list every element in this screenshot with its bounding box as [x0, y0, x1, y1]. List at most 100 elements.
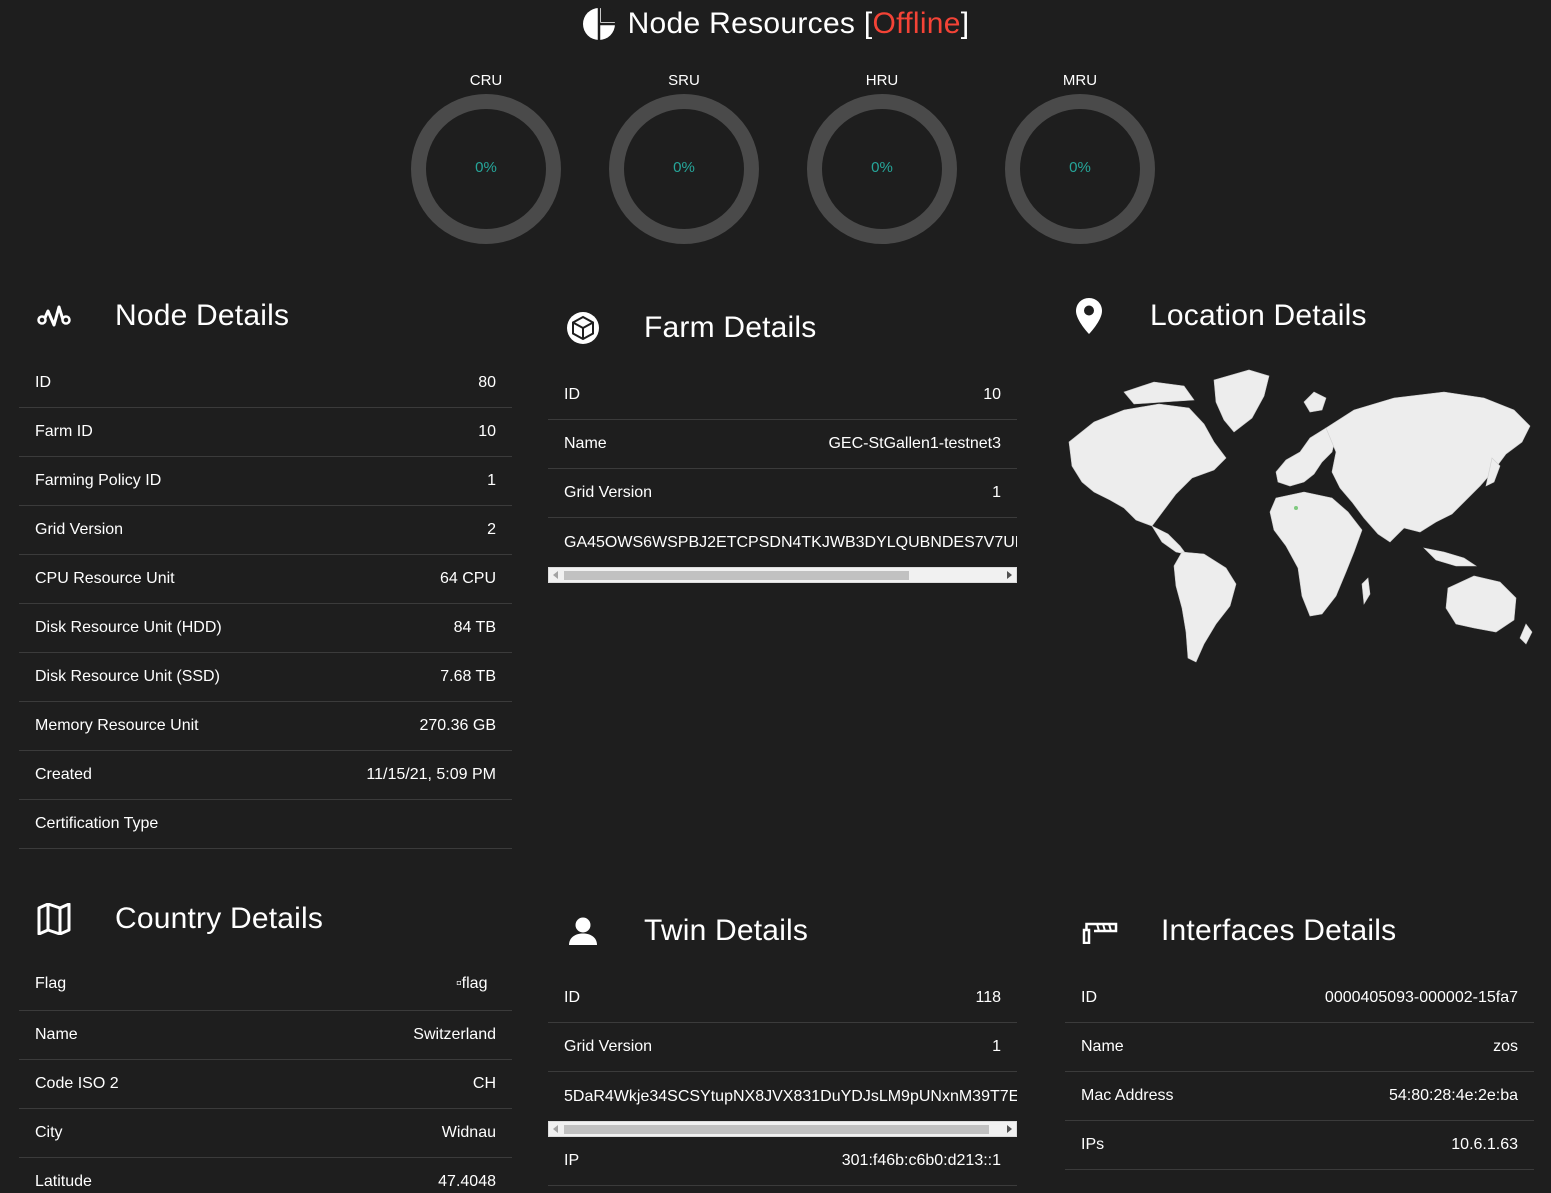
card-title: Location Details [1150, 299, 1367, 332]
row-key: Grid Version [564, 1038, 653, 1055]
card-title: Twin Details [644, 914, 809, 947]
gauge-hru: HRU 0% [807, 70, 957, 244]
card-title: Interfaces Details [1161, 914, 1397, 947]
row-value: 2 [487, 521, 496, 538]
row-value: 1 [992, 1038, 1001, 1055]
gauge-label: HRU [865, 72, 899, 89]
detail-row: Grid Version 1 [548, 469, 1017, 518]
row-value: 47.4048 [438, 1173, 496, 1190]
detail-row: Created 11/15/21, 5:09 PM [19, 751, 512, 800]
detail-row: Disk Resource Unit (HDD) 84 TB [19, 604, 512, 653]
row-key: Farming Policy ID [35, 472, 162, 489]
scroll-left-arrow[interactable] [553, 1125, 558, 1133]
gauge-cru: CRU 0% [411, 70, 561, 244]
row-key: ID [35, 374, 51, 391]
row-value: 1 [992, 484, 1001, 501]
horizontal-scrollbar[interactable] [548, 1121, 1017, 1137]
row-key: ID [564, 386, 580, 403]
world-map[interactable] [1064, 362, 1536, 674]
page-header: Node Resources [Offline] [0, 4, 1551, 44]
twin-address-row: 5DaR4Wkje34SCSYtupNX8JVX831DuYDJsLM9pUNx… [548, 1072, 1017, 1121]
twin-details-table: ID 118 Grid Version 1 [548, 974, 1017, 1072]
row-value: 64 CPU [439, 570, 496, 587]
row-value: 118 [975, 989, 1001, 1006]
gauge-mru: MRU 0% [1005, 70, 1155, 244]
row-key: Disk Resource Unit (SSD) [35, 668, 220, 685]
row-value: 11/15/21, 5:09 PM [366, 766, 496, 783]
twin-ip-row: IP 301:f46b:c6b0:d213::1 [548, 1137, 1017, 1186]
gauge-value: 0% [475, 159, 497, 176]
card-title: Country Details [115, 902, 324, 935]
row-value: 84 TB [453, 619, 496, 636]
row-key: Name [564, 435, 607, 452]
row-value: CH [472, 1075, 496, 1092]
detail-row: Memory Resource Unit 270.36 GB [19, 702, 512, 751]
detail-row: Name zos [1065, 1023, 1534, 1072]
twin-address: 5DaR4Wkje34SCSYtupNX8JVX831DuYDJsLM9pUNx… [564, 1087, 1017, 1105]
detail-row: ID 0000405093-000002-15fa7 [1065, 974, 1534, 1023]
card-title: Node Details [115, 299, 290, 332]
twin-details-card: Twin Details ID 118 Grid Version 1 5DaR4Wkj… [548, 907, 1017, 1186]
row-key: CPU Resource Unit [35, 570, 175, 587]
detail-row: IPs 10.6.1.63 [1065, 1121, 1534, 1170]
row-key: Certification Type [35, 815, 159, 832]
detail-row: Disk Resource Unit (SSD) 7.68 TB [19, 653, 512, 702]
scrollbar-thumb[interactable] [564, 1125, 989, 1134]
country-details-card: Country Details Flag ▫flag Name Switzerla… [19, 895, 512, 1193]
scrollbar-thumb[interactable] [564, 571, 909, 580]
country-flag-row: Flag ▫flag [19, 957, 512, 1011]
gauge-value: 0% [673, 159, 695, 176]
row-value: 0000405093-000002-15fa7 [1324, 989, 1518, 1006]
pie-chart-icon [582, 7, 616, 40]
row-value: 10.6.1.63 [1451, 1136, 1518, 1153]
farm-address: GA45OWS6WSPBJ2ETCPSDN4TKJWB3DYLQUBNDES7V… [564, 533, 1017, 551]
scroll-left-arrow[interactable] [553, 571, 558, 579]
detail-row: Farming Policy ID 1 [19, 457, 512, 506]
card-title: Farm Details [644, 311, 817, 344]
row-key: Latitude [35, 1173, 92, 1190]
interfaces-details-table: ID 0000405093-000002-15fa7 Name zos Mac Addr… [1065, 974, 1534, 1170]
row-value: 54:80:28:4e:2e:ba [1388, 1087, 1518, 1104]
row-value: 80 [478, 374, 496, 391]
cube-icon [548, 311, 618, 345]
row-key: IPs [1081, 1136, 1105, 1153]
horizontal-scrollbar[interactable] [548, 567, 1017, 583]
row-key: Memory Resource Unit [35, 717, 199, 734]
row-key: Grid Version [35, 521, 124, 538]
page-title: Node Resources [Offline] [627, 7, 970, 40]
scroll-right-arrow[interactable] [1007, 571, 1012, 579]
detail-row: Mac Address 54:80:28:4e:2e:ba [1065, 1072, 1534, 1121]
user-icon [548, 916, 618, 946]
detail-row: Farm ID 10 [19, 408, 512, 457]
detail-row: Code ISO 2 CH [19, 1060, 512, 1109]
detail-row: CPU Resource Unit 64 CPU [19, 555, 512, 604]
country-flag-image: ▫flag [456, 974, 488, 992]
gauge-value: 0% [871, 159, 893, 176]
heartbeat-icon [19, 303, 89, 329]
node-details-table: ID 80 Farm ID 10 Farming Policy ID 1 Grid Vers… [19, 359, 512, 849]
detail-row: Grid Version 1 [548, 1023, 1017, 1072]
row-key: Disk Resource Unit (HDD) [35, 619, 222, 636]
row-key: ID [1081, 989, 1097, 1006]
row-value: 10 [478, 423, 496, 440]
row-key: Name [35, 1026, 78, 1043]
scroll-right-arrow[interactable] [1007, 1125, 1012, 1133]
row-key: ID [564, 989, 580, 1006]
detail-row: ID 10 [548, 371, 1017, 420]
farm-details-table: ID 10 Name GEC-StGallen1-testnet3 Grid Versi… [548, 371, 1017, 518]
row-value: zos [1493, 1038, 1518, 1055]
row-value: 10 [983, 386, 1001, 403]
detail-row: Grid Version 2 [19, 506, 512, 555]
row-value: Widnau [441, 1124, 496, 1141]
detail-row: City Widnau [19, 1109, 512, 1158]
node-status: Offline [872, 7, 961, 40]
map-pin-icon [1054, 297, 1124, 335]
farm-details-card: Farm Details ID 10 Name GEC-StGallen1-testn… [548, 304, 1017, 583]
row-key: Code ISO 2 [35, 1075, 119, 1092]
gauge-sru: SRU 0% [609, 70, 759, 244]
gauge-label: CRU [469, 72, 503, 89]
detail-row: Name Switzerland [19, 1011, 512, 1060]
row-key: Created [35, 766, 92, 783]
map-icon [19, 903, 89, 935]
gauge-value: 0% [1069, 159, 1091, 176]
